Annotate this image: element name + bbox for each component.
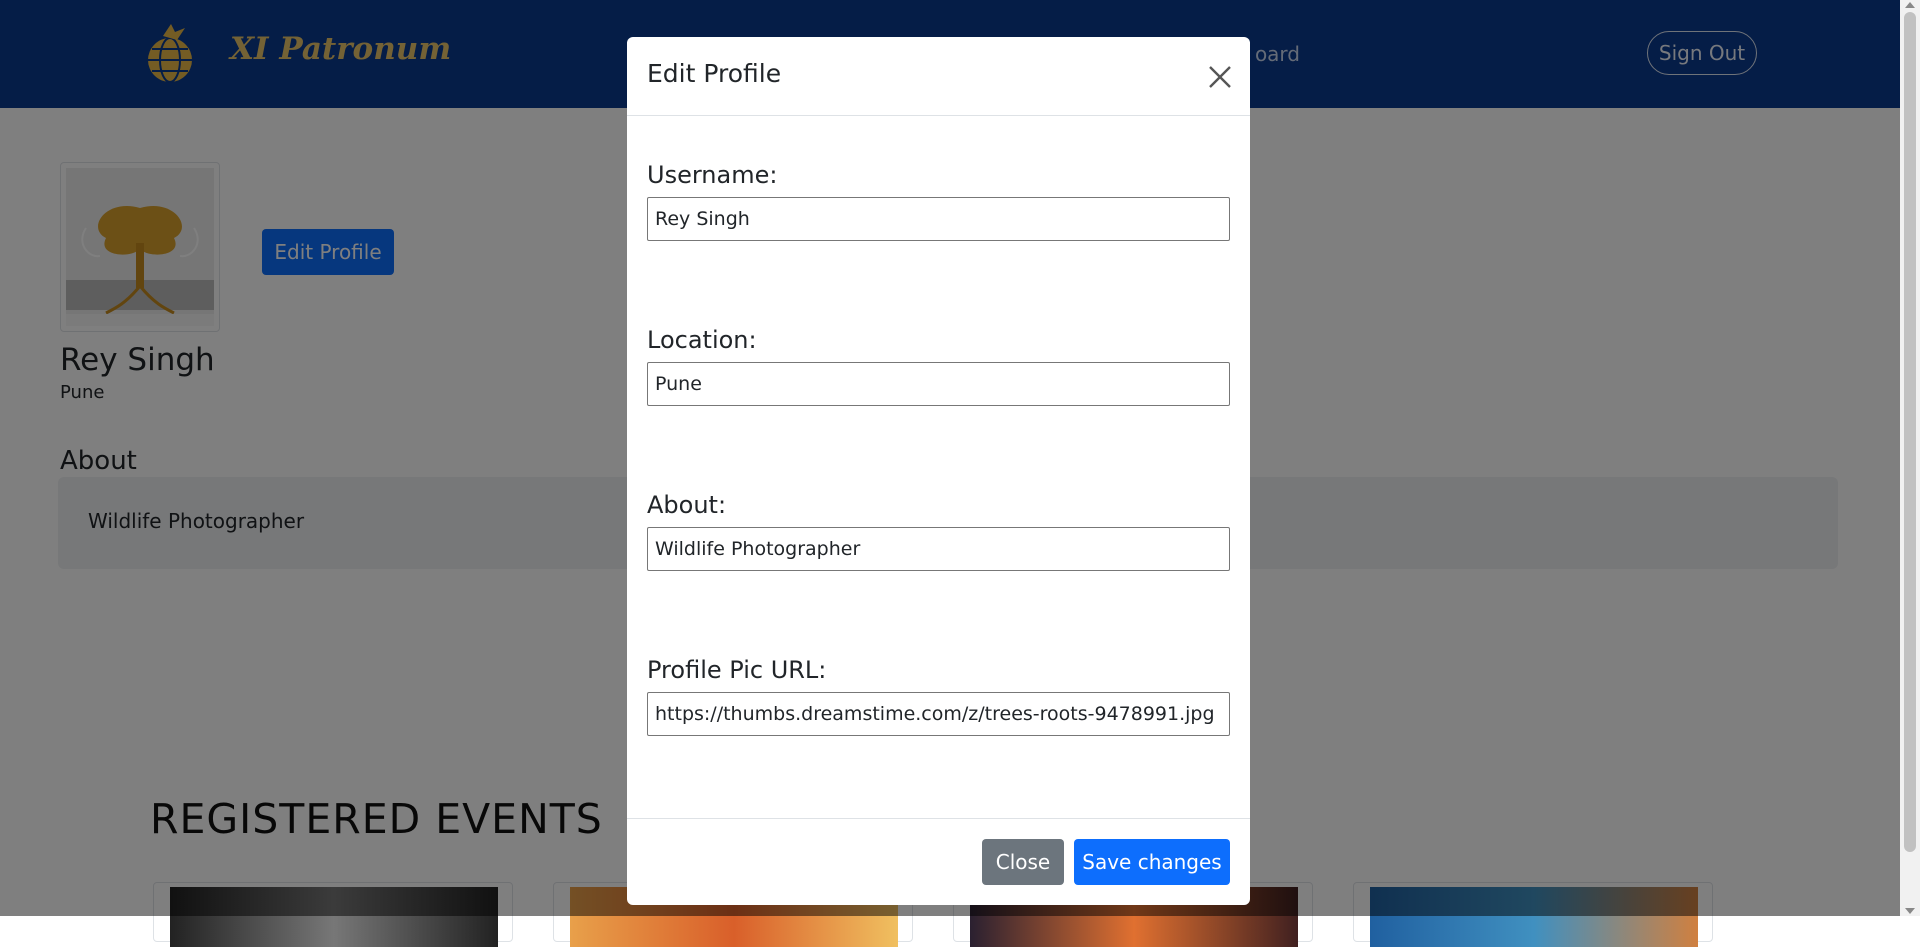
scroll-down-arrow-icon[interactable] (1905, 908, 1915, 914)
about-input[interactable] (647, 527, 1230, 571)
location-label: Location: (647, 326, 757, 354)
location-input[interactable] (647, 362, 1230, 406)
save-changes-button[interactable]: Save changes (1074, 839, 1230, 885)
modal-header: Edit Profile (627, 37, 1250, 116)
close-button[interactable]: Close (982, 839, 1064, 885)
modal-title: Edit Profile (647, 59, 782, 88)
scrollbar-thumb[interactable] (1904, 12, 1916, 852)
page-scrollbar[interactable] (1900, 0, 1920, 916)
profile-pic-url-label: Profile Pic URL: (647, 656, 827, 684)
about-label: About: (647, 491, 727, 519)
username-label: Username: (647, 161, 778, 189)
scroll-up-arrow-icon[interactable] (1905, 2, 1915, 8)
modal-footer: Close Save changes (627, 818, 1250, 905)
close-icon[interactable] (1207, 64, 1233, 90)
edit-profile-modal: Edit Profile Username: Location: About: … (627, 37, 1250, 905)
profile-pic-url-input[interactable] (647, 692, 1230, 736)
username-input[interactable] (647, 197, 1230, 241)
